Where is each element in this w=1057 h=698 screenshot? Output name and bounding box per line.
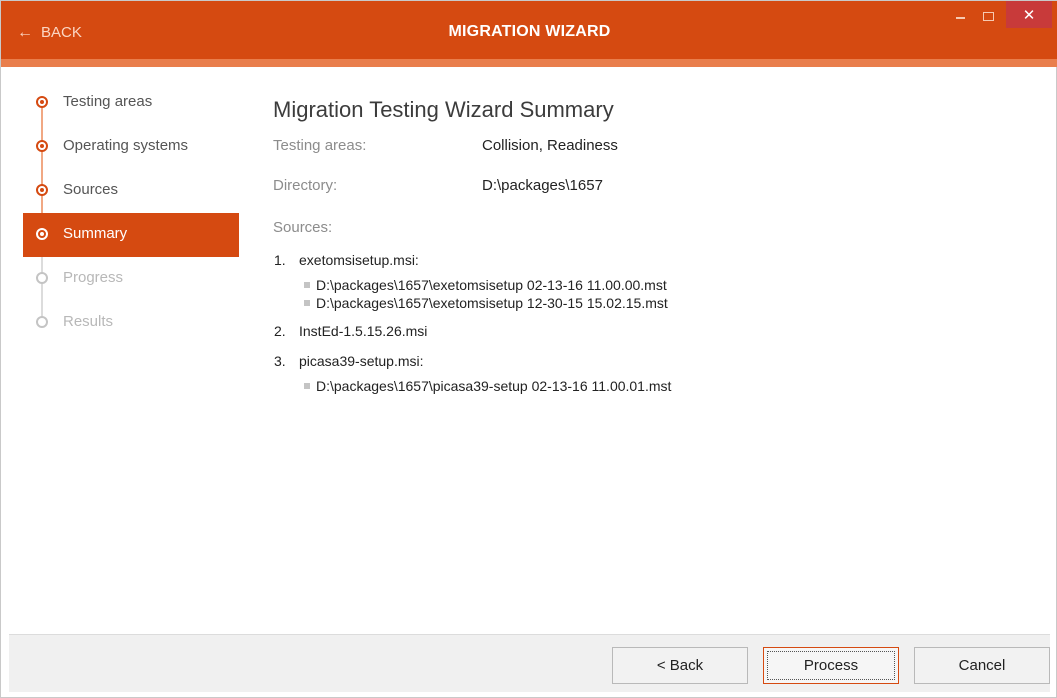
directory-value: D:\packages\1657 [482,177,603,194]
step-label: Sources [63,180,119,198]
page-title: Migration Testing Wizard Summary [273,97,614,122]
bullet-icon [304,282,310,288]
step-label: Summary [63,224,128,242]
step-active-icon [36,228,48,240]
bullet-icon [304,383,310,389]
focus-ring [767,651,895,680]
cancel-button[interactable]: Cancel [914,647,1050,684]
back-button-label: < Back [656,657,704,674]
directory-label: Directory: [273,177,338,194]
source-number: 3. [274,353,286,369]
step-sources[interactable]: Sources [23,169,239,213]
source-number: 2. [274,323,286,339]
step-pending-icon [36,272,48,284]
maximize-icon [982,11,994,21]
step-results: Results [23,301,239,345]
minimize-icon [955,17,965,19]
process-button[interactable]: Process [763,647,899,684]
sources-list: 1. exetomsisetup.msi: D:\packages\1657\e… [273,249,1033,395]
step-progress: Progress [23,257,239,301]
close-button[interactable]: ✕ [1006,1,1052,28]
step-pending-icon [36,316,48,328]
step-label: Results [63,312,114,330]
step-summary[interactable]: Summary [23,213,239,257]
testing-areas-row: Testing areas: Collision, Readiness [273,137,1033,177]
wizard-steps: Testing areas Operating systems Sources … [23,81,239,345]
wizard-footer: < Back Process Cancel [9,634,1050,692]
back-button[interactable]: < Back [612,647,748,684]
source-number: 1. [274,252,286,268]
summary-panel: Migration Testing Wizard Summary Testing… [273,97,1033,395]
step-testing-areas[interactable]: Testing areas [23,81,239,125]
minimize-button[interactable] [946,1,974,31]
testing-areas-value: Collision, Readiness [482,137,618,154]
source-name: picasa39-setup.msi: [299,353,424,369]
step-operating-systems[interactable]: Operating systems [23,125,239,169]
list-item: 3. picasa39-setup.msi: D:\packages\1657\… [273,350,1033,395]
title-bar: ← BACK MIGRATION WIZARD ✕ [1,1,1057,59]
step-label: Testing areas [63,92,153,110]
maximize-button[interactable] [974,1,1002,31]
cancel-button-label: Cancel [958,657,1006,674]
window-controls: ✕ [946,1,1052,31]
source-name: InstEd-1.5.15.26.msi [299,323,428,339]
title-accent-strip [1,59,1057,67]
transform-item: D:\packages\1657\picasa39-setup 02-13-16… [273,377,1033,395]
bullet-icon [304,300,310,306]
transform-path: D:\packages\1657\picasa39-setup 02-13-16… [316,378,672,394]
step-done-icon [36,140,48,152]
transform-item: D:\packages\1657\exetomsisetup 02-13-16 … [273,276,1033,294]
step-label: Operating systems [63,136,189,154]
transform-path: D:\packages\1657\exetomsisetup 02-13-16 … [316,277,667,293]
list-item: 2. InstEd-1.5.15.26.msi [273,320,1033,342]
step-label: Progress [63,268,124,286]
transform-item: D:\packages\1657\exetomsisetup 12-30-15 … [273,294,1033,312]
close-icon: ✕ [1022,6,1036,24]
migration-wizard-window: ← BACK MIGRATION WIZARD ✕ Testing areas … [0,0,1057,698]
source-name: exetomsisetup.msi: [299,252,419,268]
step-done-icon [36,184,48,196]
testing-areas-label: Testing areas: [273,137,367,154]
directory-row: Directory: D:\packages\1657 [273,177,1033,217]
step-done-icon [36,96,48,108]
sources-label: Sources: [273,219,333,236]
window-title: MIGRATION WIZARD [448,23,611,40]
list-item: 1. exetomsisetup.msi: D:\packages\1657\e… [273,249,1033,312]
transform-path: D:\packages\1657\exetomsisetup 12-30-15 … [316,295,668,311]
